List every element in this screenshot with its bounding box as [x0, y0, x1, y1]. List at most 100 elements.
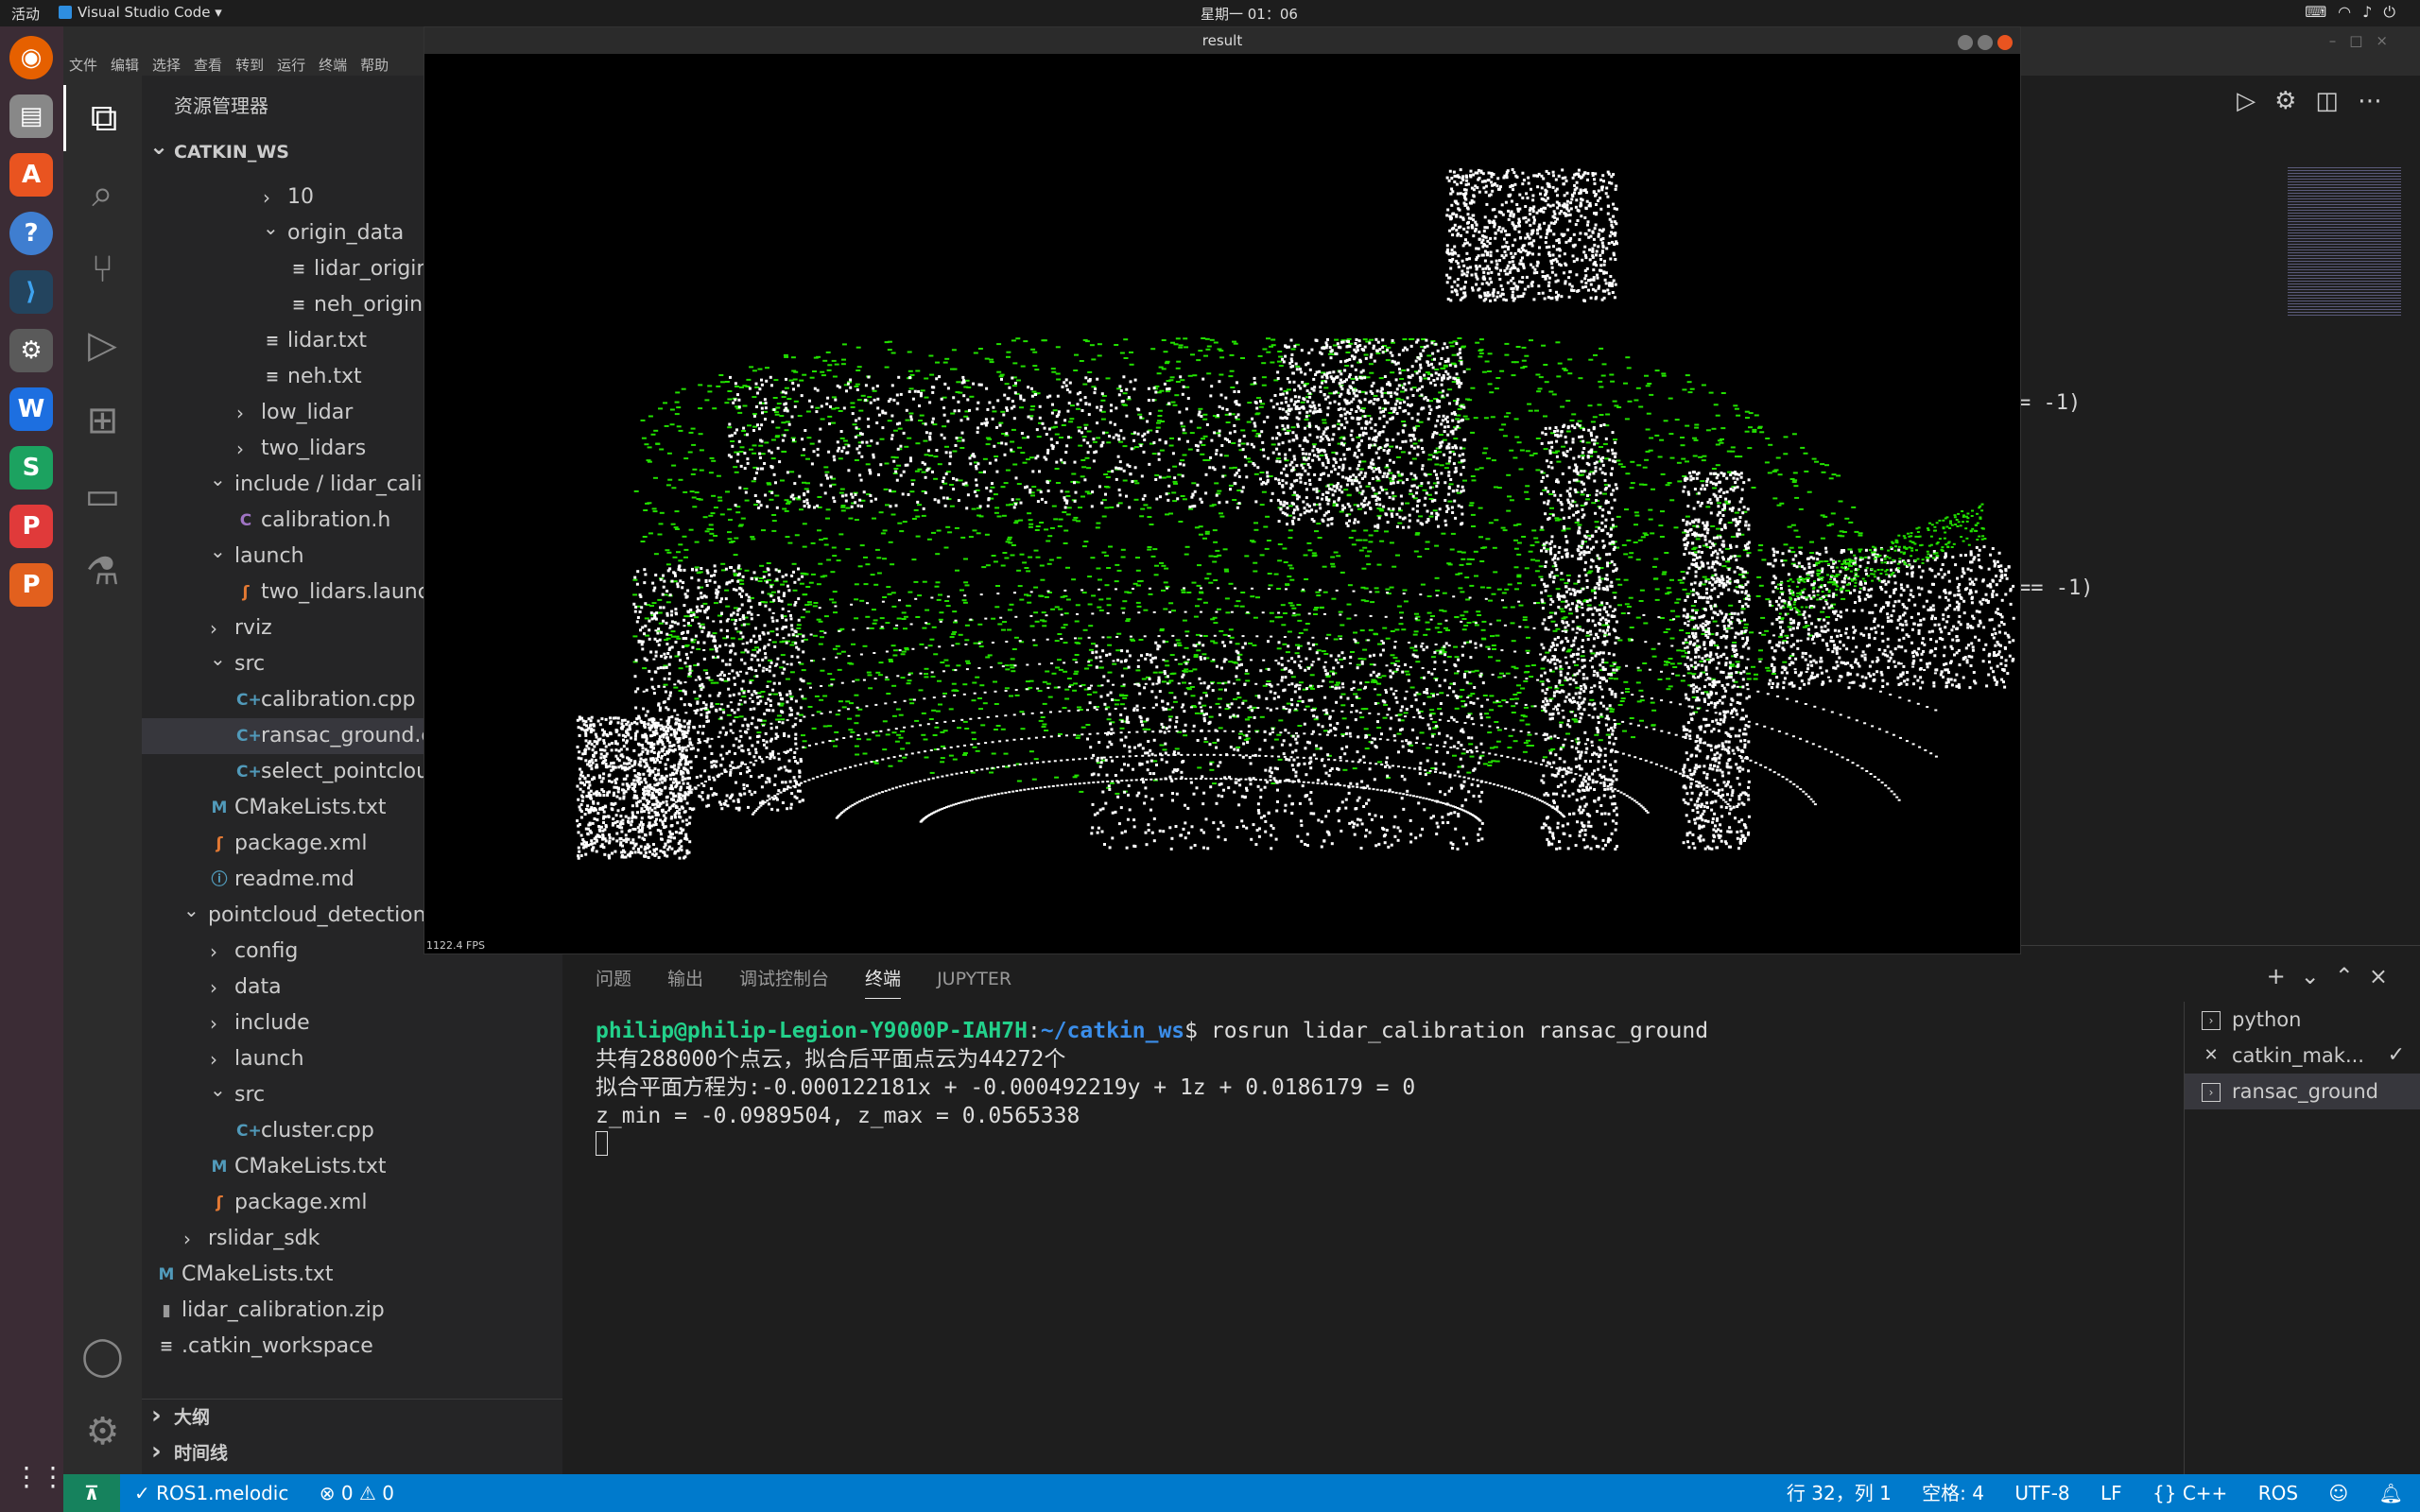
close-icon[interactable] [1997, 35, 2013, 50]
menu-help[interactable]: 帮助 [360, 57, 389, 74]
txt-file-icon: ≡ [265, 368, 280, 387]
vscode-dock-icon[interactable]: ⟩ [9, 270, 53, 314]
chevron-right-icon: › [263, 186, 270, 209]
notifications-icon[interactable]: 🔔︎ [2379, 1482, 2403, 1504]
terminal-line: 共有288000个点云，拟合后平面点云为44272个 [596, 1047, 1066, 1072]
indent-setting[interactable]: 空格: 4 [1922, 1482, 1984, 1504]
chevron-down-icon: ⌄ [183, 899, 199, 921]
tree-file[interactable]: ▮ lidar_calibration.zip [142, 1293, 562, 1329]
wps-pdf-icon[interactable]: P [9, 505, 53, 548]
more-icon[interactable]: ⋯ [2358, 87, 2401, 115]
menu-view[interactable]: 查看 [194, 57, 222, 74]
terminal-item-python[interactable]: › python [2185, 1002, 2420, 1038]
software-icon[interactable]: A [9, 153, 53, 197]
tree-file[interactable]: C+ cluster.cpp [142, 1113, 562, 1149]
maximize-icon[interactable] [1978, 35, 1993, 50]
run-icon[interactable]: ▷ [2237, 87, 2274, 115]
settings-gear-icon[interactable]: ⚙ [2274, 87, 2315, 115]
tab-problems[interactable]: 问题 [596, 965, 631, 998]
editor-toolbar: ▷⚙◫⋯ [2237, 87, 2401, 115]
tree-folder[interactable]: › include [142, 1005, 562, 1041]
remote-indicator[interactable]: ⊼ [63, 1474, 120, 1512]
tab-debug-console[interactable]: 调试控制台 [739, 965, 829, 998]
help-icon[interactable]: ? [9, 212, 53, 255]
wps-present-icon[interactable]: P [9, 563, 53, 607]
problems-count[interactable]: ⊗ 0 ⚠ 0 [320, 1482, 394, 1504]
testing-icon[interactable]: ⚗ [63, 539, 142, 605]
source-control-icon[interactable]: ⑂ [63, 236, 142, 302]
feedback-icon[interactable]: ☺ [2328, 1482, 2348, 1504]
minimize-icon[interactable] [1958, 35, 1973, 50]
system-tray[interactable]: ⌨◠♪⏻ [2305, 3, 2407, 22]
manage-gear-icon[interactable]: ⚙ [63, 1399, 142, 1465]
info-file-icon: ⓘ [211, 870, 228, 889]
accounts-icon[interactable]: ◯ [63, 1323, 142, 1389]
remote-explorer-icon[interactable]: ▭ [63, 463, 142, 529]
terminal-item-ransac[interactable]: › ransac_ground [2185, 1074, 2420, 1109]
cursor-position[interactable]: 行 32，列 1 [1787, 1482, 1892, 1504]
menu-terminal[interactable]: 终端 [319, 57, 347, 74]
tree-file[interactable]: ≡ .catkin_workspace [142, 1329, 562, 1365]
app-menu[interactable]: Visual Studio Code ▾ [59, 4, 222, 21]
menu-go[interactable]: 转到 [235, 57, 264, 74]
window-controls[interactable]: –□× [2329, 32, 2401, 49]
wps-sheet-icon[interactable]: S [9, 446, 53, 490]
chevron-down-icon[interactable]: ⌄ [2301, 963, 2335, 989]
tab-jupyter[interactable]: JUPYTER [937, 969, 1011, 997]
language-mode[interactable]: {} C++ [2152, 1482, 2227, 1504]
files-icon[interactable]: ▤ [9, 94, 53, 138]
vscode-icon [59, 6, 72, 19]
chevron-right-icon: › [236, 402, 244, 424]
chevron-right-icon: › [210, 940, 217, 963]
search-icon[interactable]: ⌕ [63, 161, 142, 227]
ros-status[interactable]: ✓ ROS1.melodic [134, 1482, 288, 1504]
tab-terminal[interactable]: 终端 [865, 965, 902, 999]
menu-edit[interactable]: 编辑 [111, 57, 139, 74]
menu-file[interactable]: 文件 [69, 57, 97, 74]
extensions-icon[interactable]: ⊞ [63, 387, 142, 454]
panel-controls: +⌄⌃× [2267, 963, 2403, 989]
viewer-titlebar[interactable]: result [424, 27, 2020, 54]
split-editor-icon[interactable]: ◫ [2315, 87, 2358, 115]
chevron-right-icon: › [210, 1012, 217, 1035]
settings-icon[interactable]: ⚙ [9, 329, 53, 372]
firefox-icon[interactable]: ◉ [9, 36, 53, 79]
eol[interactable]: LF [2100, 1482, 2122, 1504]
tree-folder[interactable]: › launch [142, 1041, 562, 1077]
bottom-panel: 问题 输出 调试控制台 终端 JUPYTER +⌄⌃× philip@philip-Le… [562, 945, 2420, 1474]
run-debug-icon[interactable]: ▷ [63, 312, 142, 378]
tree-folder[interactable]: ⌄ src [142, 1077, 562, 1113]
tree-item-label: two_lidars [261, 437, 367, 460]
minimap[interactable] [2288, 165, 2401, 317]
terminal-item-catkin[interactable]: ✕ catkin_mak... ✓ [2185, 1038, 2420, 1074]
explorer-icon[interactable]: ⧉ [63, 85, 142, 151]
encoding[interactable]: UTF-8 [2014, 1482, 2069, 1504]
menu-selection[interactable]: 选择 [152, 57, 181, 74]
tree-file[interactable]: M CMakeLists.txt [142, 1257, 562, 1293]
tab-output[interactable]: 输出 [667, 965, 703, 998]
tree-file[interactable]: ʃ package.xml [142, 1185, 562, 1221]
prompt-command: $ rosrun lidar_calibration ransac_ground [1184, 1019, 1709, 1043]
terminal-output[interactable]: philip@philip-Legion-Y9000P-IAH7H:~/catk… [596, 1017, 1708, 1159]
point-cloud-canvas[interactable] [424, 54, 2020, 954]
tree-folder[interactable]: › rslidar_sdk [142, 1221, 562, 1257]
tree-folder[interactable]: › data [142, 970, 562, 1005]
result-viewer-window[interactable]: result 1122.4 FPS [424, 26, 2021, 954]
timeline-section[interactable]: 时间线 [142, 1434, 562, 1471]
maximize-panel-icon[interactable]: ⌃ [2335, 963, 2369, 989]
activities-button[interactable]: 活动 [11, 4, 40, 24]
tree-item-label: 10 [287, 185, 314, 209]
ros-extension[interactable]: ROS [2258, 1482, 2298, 1504]
rss-file-icon: ʃ [216, 834, 223, 853]
new-terminal-icon[interactable]: + [2267, 963, 2301, 989]
clock[interactable]: 星期一 01：06 [1201, 4, 1298, 24]
menu-run[interactable]: 运行 [277, 57, 305, 74]
show-apps-icon[interactable]: ⋮⋮⋮ [13, 1459, 93, 1495]
app-name: Visual Studio Code ▾ [78, 4, 222, 21]
tree-file[interactable]: M CMakeLists.txt [142, 1149, 562, 1185]
outline-section[interactable]: 大纲 [142, 1398, 562, 1435]
chevron-down-icon: ⌄ [210, 540, 226, 562]
terminal-icon: › [2202, 1011, 2221, 1030]
close-panel-icon[interactable]: × [2369, 963, 2403, 989]
wps-writer-icon[interactable]: W [9, 387, 53, 431]
